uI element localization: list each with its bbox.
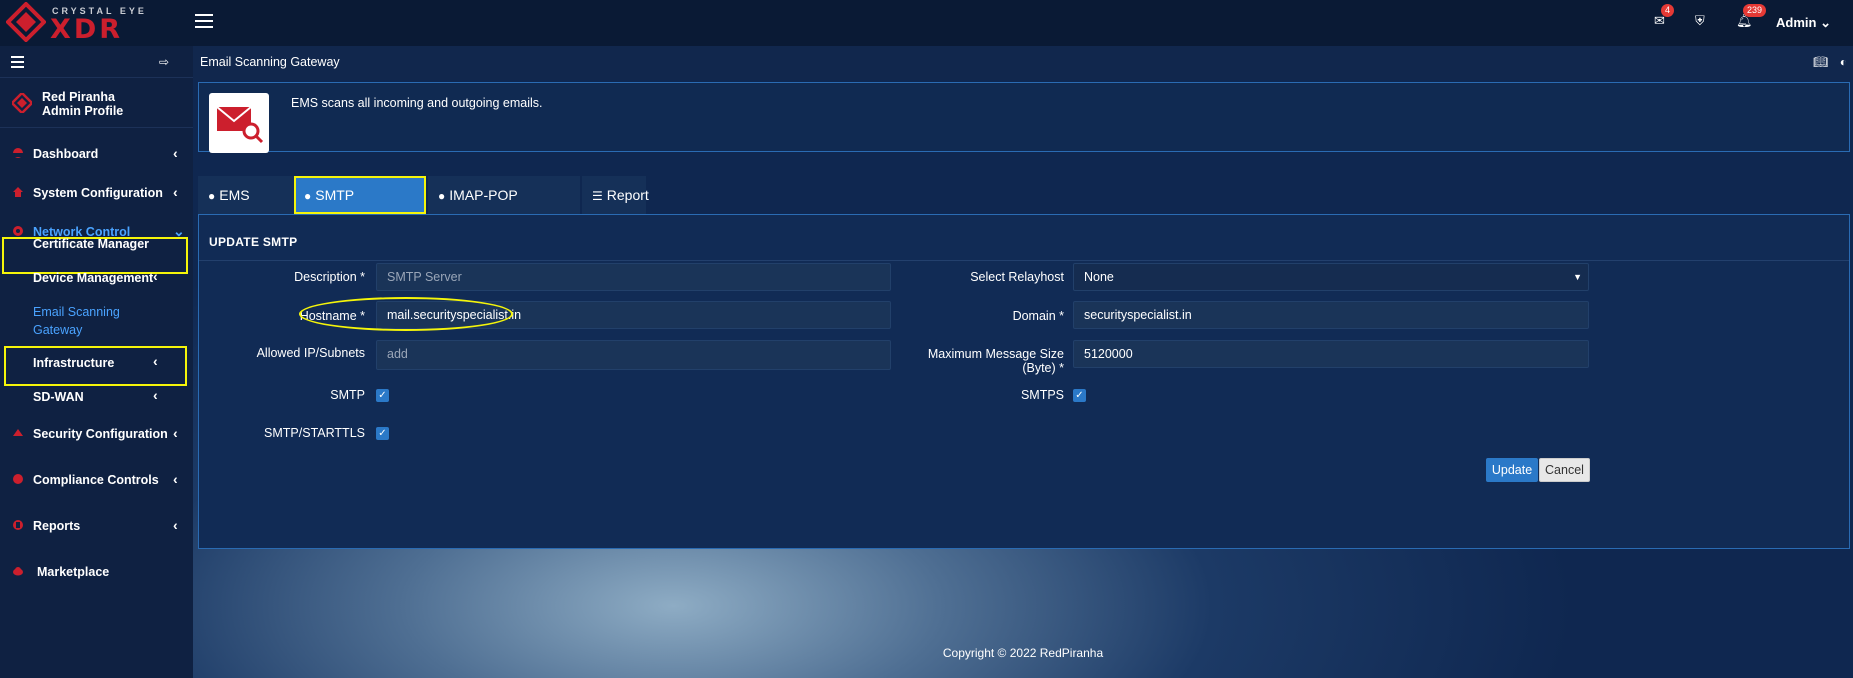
chevron-left-icon: ‹ bbox=[173, 471, 178, 487]
book-icon[interactable]: 📖︎ bbox=[1813, 55, 1828, 69]
update-smtp-panel: UPDATE SMTP Description * SMTP Server Ho… bbox=[198, 214, 1850, 549]
profile-card[interactable]: Red Piranha Admin Profile bbox=[0, 78, 193, 128]
user-name: Admin bbox=[1776, 15, 1817, 30]
description-input[interactable]: SMTP Server bbox=[376, 263, 891, 291]
reports-icon bbox=[13, 520, 23, 530]
profile-role: Admin Profile bbox=[42, 104, 124, 118]
chevron-left-icon: ‹ bbox=[173, 145, 178, 161]
smtps-label: SMTPS bbox=[1020, 388, 1064, 402]
main-content: Email Scanning Gateway 📖︎ ◐ EMS scans al… bbox=[193, 46, 1853, 678]
chevron-left-icon: ‹ bbox=[173, 184, 178, 200]
mail-button[interactable]: ✉ 4 bbox=[1654, 4, 1675, 29]
tab-imap-pop-configuration[interactable]: ●IMAP-POP Configuration bbox=[428, 176, 580, 242]
smtp-starttls-checkbox[interactable]: ✓ bbox=[376, 427, 389, 440]
info-text: EMS scans all incoming and outgoing emai… bbox=[291, 96, 543, 110]
chevron-down-icon: ⌄ bbox=[1820, 15, 1831, 30]
cancel-button[interactable]: Cancel bbox=[1539, 458, 1590, 482]
cloud-icon bbox=[13, 567, 23, 576]
sidebar-item-security-configuration[interactable]: Security Configuration ‹ bbox=[0, 414, 193, 454]
description-label: Description * bbox=[294, 270, 365, 284]
chevron-left-icon: ‹ bbox=[173, 425, 178, 441]
menu-toggle-icon[interactable] bbox=[195, 14, 213, 30]
sidebar-item-reports[interactable]: Reports ‹ bbox=[0, 506, 193, 546]
notifications-badge: 239 bbox=[1743, 4, 1767, 17]
piranha-logo-icon bbox=[6, 2, 46, 42]
update-button[interactable]: Update bbox=[1486, 458, 1538, 482]
chevron-left-icon: ‹ bbox=[153, 268, 158, 284]
domain-input[interactable]: securityspecialist.in bbox=[1073, 301, 1589, 329]
email-scan-icon bbox=[209, 93, 269, 153]
smtp-checkbox[interactable]: ✓ bbox=[376, 389, 389, 402]
list-icon: ☰ bbox=[592, 189, 603, 203]
allowed-subnets-input[interactable]: add bbox=[376, 340, 891, 370]
sidebar-item-marketplace[interactable]: Marketplace bbox=[0, 552, 193, 592]
logout-icon[interactable]: ⇨ bbox=[159, 55, 169, 69]
smtp-starttls-label: SMTP/STARTTLS bbox=[264, 426, 365, 440]
shield-icon[interactable]: ⛨ bbox=[1695, 13, 1705, 29]
relayhost-select[interactable]: None ▼ bbox=[1073, 263, 1589, 291]
smtps-checkbox[interactable]: ✓ bbox=[1073, 389, 1086, 402]
globe-icon: ● bbox=[438, 189, 446, 203]
network-icon bbox=[13, 226, 23, 236]
home-icon bbox=[13, 187, 23, 197]
top-bar: CRYSTAL EYE XDR ✉ 4 ⛨ 🔔︎ 239 Admin ⌄ bbox=[0, 0, 1853, 46]
dashboard-icon bbox=[13, 148, 23, 158]
sidebar-header: ⇨ bbox=[0, 46, 193, 78]
info-box: EMS scans all incoming and outgoing emai… bbox=[198, 82, 1850, 153]
brand-logo[interactable]: CRYSTAL EYE XDR bbox=[6, 2, 166, 45]
tab-ems-services[interactable]: ●EMS Services bbox=[198, 176, 294, 242]
page-header: Email Scanning Gateway 📖︎ ◐ bbox=[193, 46, 1853, 80]
globe-icon: ● bbox=[208, 189, 216, 203]
max-message-size-input[interactable]: 5120000 bbox=[1073, 340, 1589, 368]
caret-down-icon: ▼ bbox=[1573, 272, 1582, 282]
panel-title: UPDATE SMTP bbox=[209, 235, 298, 249]
user-menu[interactable]: Admin ⌄ bbox=[1776, 15, 1831, 31]
max-message-size-label: Maximum Message Size (Byte) * bbox=[927, 347, 1064, 375]
tab-report[interactable]: ☰ Report bbox=[582, 176, 649, 214]
sidebar: ⇨ Red Piranha Admin Profile Dashboard ‹ … bbox=[0, 46, 193, 678]
piranha-avatar-icon bbox=[12, 93, 32, 113]
sidebar-collapse-icon[interactable] bbox=[11, 56, 24, 71]
sidebar-item-dashboard[interactable]: Dashboard ‹ bbox=[0, 134, 193, 174]
chevron-left-icon: ‹ bbox=[153, 353, 158, 369]
brand-name: XDR bbox=[50, 14, 124, 45]
sidebar-item-system-configuration[interactable]: System Configuration ‹ bbox=[0, 173, 193, 213]
highlight-hostname bbox=[299, 297, 513, 331]
smtp-label: SMTP bbox=[330, 388, 365, 402]
profile-name: Red Piranha bbox=[42, 90, 115, 104]
relayhost-label: Select Relayhost bbox=[970, 270, 1064, 284]
page-title: Email Scanning Gateway bbox=[200, 55, 340, 69]
sidebar-item-compliance-controls[interactable]: Compliance Controls ‹ bbox=[0, 460, 193, 500]
mail-badge: 4 bbox=[1661, 4, 1675, 17]
compliance-icon bbox=[13, 474, 23, 484]
chevron-left-icon: ‹ bbox=[153, 387, 158, 403]
footer-copyright: Copyright © 2022 RedPiranha bbox=[942, 646, 1104, 660]
security-icon bbox=[13, 429, 23, 436]
highlight-smtp-tab bbox=[294, 176, 426, 214]
toggle-icon[interactable]: ◐ bbox=[1840, 55, 1847, 69]
chevron-left-icon: ‹ bbox=[173, 517, 178, 533]
notifications-button[interactable]: 🔔︎ 239 bbox=[1736, 4, 1767, 29]
allowed-subnets-label: Allowed IP/Subnets bbox=[256, 346, 365, 360]
domain-label: Domain * bbox=[1012, 309, 1064, 323]
